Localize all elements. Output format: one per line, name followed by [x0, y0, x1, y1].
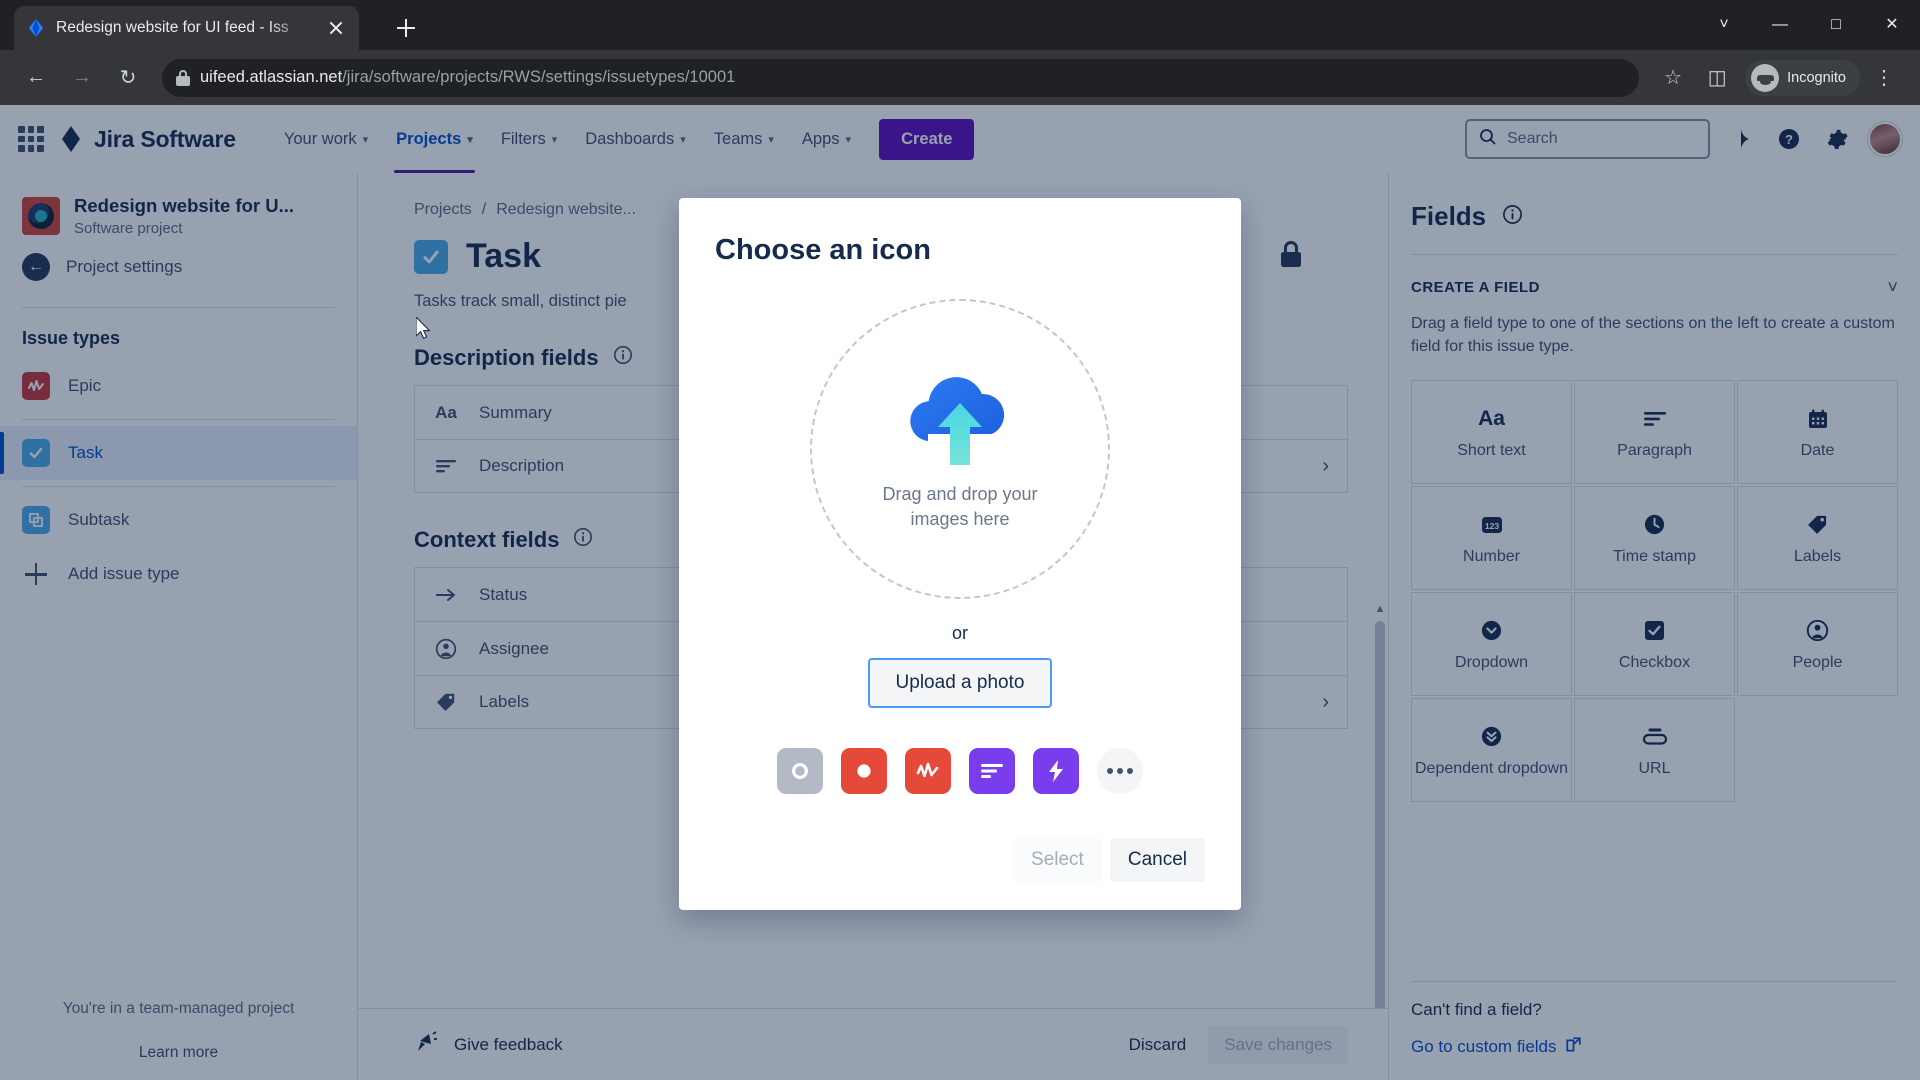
browser-toolbar: ← → ↻ uifeed.atlassian.net/jira/software…	[0, 50, 1920, 105]
lock-icon	[176, 69, 190, 86]
icon-swatch-row	[715, 748, 1205, 794]
url-domain: uifeed.atlassian.net	[200, 68, 343, 86]
swatch-story-lines-icon[interactable]	[969, 748, 1015, 794]
browser-tab[interactable]: Redesign website for UI feed - Iss	[14, 6, 359, 50]
dropzone-text: Drag and drop your images here	[882, 484, 1038, 529]
kebab-menu-icon[interactable]: ⋮	[1864, 58, 1904, 98]
maximize-icon[interactable]: □	[1808, 0, 1864, 50]
reload-button[interactable]: ↻	[108, 58, 148, 98]
cancel-button[interactable]: Cancel	[1109, 838, 1205, 882]
jira-diamond-icon	[26, 18, 46, 38]
back-button[interactable]: ←	[16, 58, 56, 98]
select-button: Select	[1013, 838, 1102, 882]
forward-button[interactable]: →	[62, 58, 102, 98]
upload-a-photo-button[interactable]: Upload a photo	[867, 658, 1053, 708]
swatch-more-icon[interactable]	[1097, 748, 1143, 794]
close-icon[interactable]	[325, 17, 347, 39]
minimize-icon[interactable]: —	[1752, 0, 1808, 50]
choose-an-icon-dialog: Choose an icon Drag and drop your images…	[679, 198, 1241, 910]
image-dropzone[interactable]: Drag and drop your images here	[810, 299, 1110, 599]
dialog-actions: Select Cancel	[1013, 838, 1205, 882]
swatch-epic-icon[interactable]	[905, 748, 951, 794]
url-text: uifeed.atlassian.net/jira/software/proje…	[200, 68, 735, 87]
address-bar[interactable]: uifeed.atlassian.net/jira/software/proje…	[162, 58, 1640, 97]
screen: Redesign website for UI feed - Iss ˅ — □…	[0, 0, 1920, 1080]
chevron-down-icon[interactable]: ˅	[1696, 0, 1752, 50]
dialog-title: Choose an icon	[715, 234, 931, 266]
incognito-indicator[interactable]: Incognito	[1745, 59, 1860, 96]
toolbar-right: ☆ ◫ Incognito ⋮	[1653, 58, 1904, 98]
window-controls: ˅ — □ ✕	[1696, 0, 1920, 50]
swatch-bolt-icon[interactable]	[1033, 748, 1079, 794]
incognito-label: Incognito	[1787, 69, 1846, 86]
side-panel-icon[interactable]: ◫	[1697, 58, 1737, 98]
browser-chrome: Redesign website for UI feed - Iss ˅ — □…	[0, 0, 1920, 105]
star-icon[interactable]: ☆	[1653, 58, 1693, 98]
new-tab-button[interactable]	[390, 12, 422, 44]
tab-strip: Redesign website for UI feed - Iss ˅ — □…	[0, 0, 1920, 50]
or-separator: or	[951, 623, 968, 643]
url-path: /jira/software/projects/RWS/settings/iss…	[342, 68, 736, 86]
cloud-upload-icon	[894, 367, 1026, 476]
window-close-icon[interactable]: ✕	[1864, 0, 1920, 50]
swatch-generic-circle-icon[interactable]	[777, 748, 823, 794]
tab-title: Redesign website for UI feed - Iss	[56, 19, 289, 36]
incognito-avatar-icon	[1751, 63, 1780, 92]
swatch-bug-dot-icon[interactable]	[841, 748, 887, 794]
